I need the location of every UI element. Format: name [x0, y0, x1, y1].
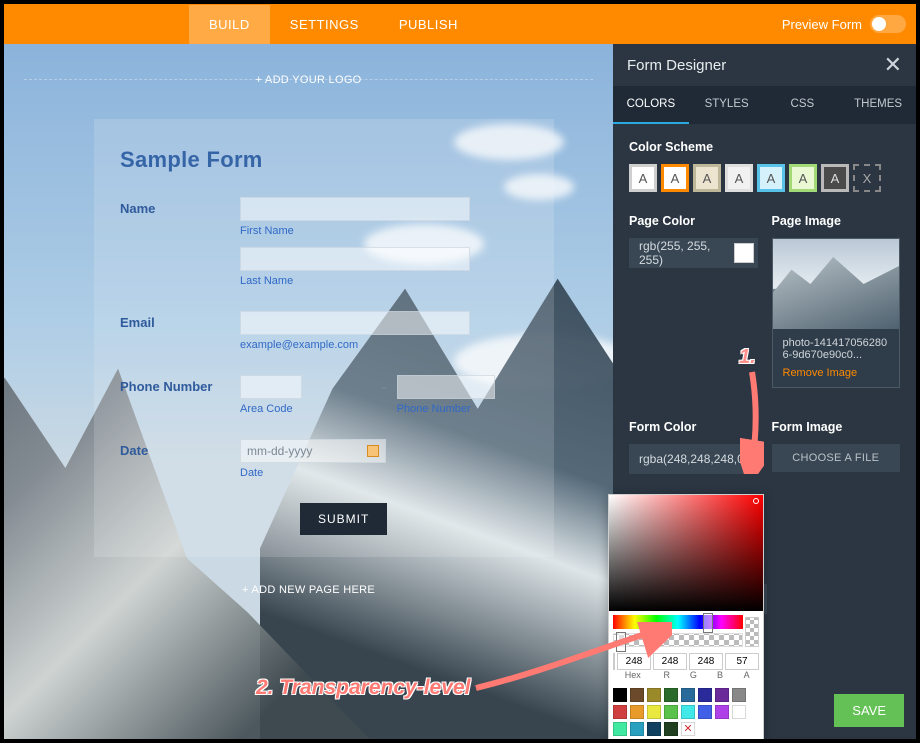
date-input[interactable]: mm-dd-yyyy — [240, 439, 386, 463]
preset-swatch[interactable] — [715, 688, 729, 702]
calendar-icon[interactable] — [367, 445, 379, 457]
preset-swatch[interactable] — [613, 722, 627, 736]
phone-dash: - — [381, 375, 386, 397]
submit-button[interactable]: SUBMIT — [300, 503, 387, 535]
arrow-two-icon — [472, 622, 672, 694]
date-label: Date — [120, 439, 240, 458]
email-input[interactable] — [240, 311, 470, 335]
form-title: Sample Form — [120, 147, 528, 173]
page-color-label: Page Color — [629, 214, 758, 228]
add-logo-button[interactable]: + ADD YOUR LOGO — [4, 74, 613, 86]
preview-label: Preview Form — [782, 17, 862, 32]
preset-swatch[interactable] — [715, 705, 729, 719]
email-hint: example@example.com — [240, 339, 528, 351]
color-scheme-swatch[interactable]: A — [661, 164, 689, 192]
preset-swatch[interactable] — [698, 705, 712, 719]
page-image-name: photo-1414170562806-9d670e90c0... — [783, 337, 888, 361]
color-picker[interactable]: Hex R G B A ✕ — [608, 494, 764, 739]
preset-swatch[interactable] — [664, 705, 678, 719]
page-color-chip[interactable] — [734, 243, 753, 263]
phone-number-hint: Phone Number — [397, 403, 528, 415]
page-color-value: rgb(255, 255, 255) — [639, 239, 734, 267]
name-label: Name — [120, 197, 240, 216]
annotation-one: 1. — [739, 346, 756, 369]
phone-label: Phone Number — [120, 375, 240, 394]
tab-styles[interactable]: STYLES — [689, 86, 765, 124]
add-page-button[interactable]: + ADD NEW PAGE HERE — [4, 584, 613, 596]
preset-swatch[interactable] — [732, 705, 746, 719]
a-input[interactable] — [725, 653, 759, 670]
color-scheme-swatch[interactable]: A — [789, 164, 817, 192]
preset-swatch[interactable] — [630, 722, 644, 736]
color-scheme-swatch[interactable]: A — [693, 164, 721, 192]
color-scheme-label: Color Scheme — [629, 140, 900, 154]
phone-number-input[interactable] — [397, 375, 495, 399]
tab-colors[interactable]: COLORS — [613, 86, 689, 124]
email-label: Email — [120, 311, 240, 330]
b-label: B — [708, 670, 733, 680]
form-color-value: rgba(248,248,248,0 — [639, 452, 744, 466]
preview-toggle[interactable] — [870, 15, 906, 33]
preset-swatch[interactable] — [681, 688, 695, 702]
tab-css[interactable]: CSS — [765, 86, 841, 124]
form-color-label: Form Color — [629, 420, 758, 434]
preset-clear[interactable]: ✕ — [681, 722, 695, 736]
area-code-input[interactable] — [240, 375, 302, 399]
color-scheme-swatches: AAAAAAAX — [629, 164, 900, 192]
form-image-label: Form Image — [772, 420, 901, 434]
first-name-input[interactable] — [240, 197, 470, 221]
arrow-one-icon — [740, 368, 764, 474]
preset-swatch[interactable] — [681, 705, 695, 719]
remove-image-link[interactable]: Remove Image — [783, 367, 890, 379]
a-label: A — [734, 670, 759, 680]
preset-swatch[interactable] — [647, 705, 661, 719]
choose-file-button[interactable]: CHOOSE A FILE — [772, 444, 901, 472]
save-button[interactable]: SAVE — [834, 694, 904, 727]
color-scheme-swatch[interactable]: A — [629, 164, 657, 192]
tab-settings[interactable]: SETTINGS — [270, 5, 379, 44]
last-name-input[interactable] — [240, 247, 470, 271]
top-nav: BUILD SETTINGS PUBLISH Preview Form — [4, 4, 916, 44]
close-icon[interactable]: ✕ — [884, 54, 902, 76]
color-scheme-swatch[interactable]: A — [725, 164, 753, 192]
color-scheme-swatch[interactable]: A — [821, 164, 849, 192]
color-preview-chip — [745, 617, 759, 647]
color-scheme-swatch[interactable]: X — [853, 164, 881, 192]
area-code-hint: Area Code — [240, 403, 371, 415]
g-label: G — [681, 670, 706, 680]
last-name-hint: Last Name — [240, 275, 528, 287]
panel-title: Form Designer — [627, 57, 726, 74]
page-color-input[interactable]: rgb(255, 255, 255) — [629, 238, 758, 268]
preset-swatch[interactable] — [698, 688, 712, 702]
form-color-input[interactable]: rgba(248,248,248,0 — [629, 444, 758, 474]
preset-swatch[interactable] — [732, 688, 746, 702]
date-hint: Date — [240, 467, 528, 479]
preset-swatch[interactable] — [664, 722, 678, 736]
first-name-hint: First Name — [240, 225, 528, 237]
preset-swatch[interactable] — [630, 705, 644, 719]
page-image-label: Page Image — [772, 214, 901, 228]
form-card[interactable]: Sample Form Name First Name Last Name Em… — [94, 119, 554, 557]
saturation-area[interactable] — [609, 495, 763, 611]
page-image-thumb[interactable]: photo-1414170562806-9d670e90c0... Remove… — [772, 238, 901, 388]
b-input[interactable] — [689, 653, 723, 670]
annotation-two: 2. Transparency-level — [256, 676, 470, 700]
color-scheme-swatch[interactable]: A — [757, 164, 785, 192]
tab-build[interactable]: BUILD — [189, 5, 270, 44]
preset-swatch[interactable] — [613, 705, 627, 719]
date-placeholder: mm-dd-yyyy — [247, 444, 312, 458]
tab-themes[interactable]: THEMES — [840, 86, 916, 124]
preset-swatch[interactable] — [647, 722, 661, 736]
tab-publish[interactable]: PUBLISH — [379, 5, 478, 44]
